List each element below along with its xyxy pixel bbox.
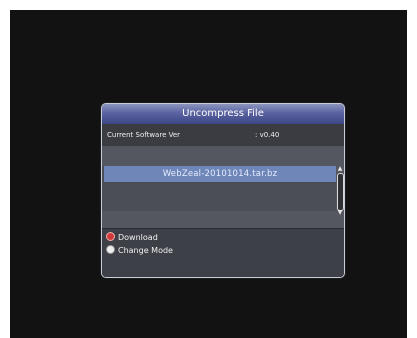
software-version-row: Current Software Ver : v0.40 xyxy=(102,124,344,146)
scrollbar-thumb[interactable] xyxy=(337,173,344,211)
file-list: WebZeal-20101014.tar.bz xyxy=(102,166,336,211)
file-list-area: WebZeal-20101014.tar.bz ▲ ▼ xyxy=(102,146,344,228)
software-version-value: : v0.40 xyxy=(255,131,280,139)
dialog-title: Uncompress File xyxy=(102,104,344,124)
key-legend: Download Change Mode xyxy=(102,229,344,277)
legend-download[interactable]: Download xyxy=(106,232,158,244)
uncompress-file-dialog: Uncompress File Current Software Ver : v… xyxy=(101,103,345,278)
software-version-label: Current Software Ver xyxy=(107,131,181,139)
legend-change-mode[interactable]: Change Mode xyxy=(106,245,173,257)
legend-change-mode-label: Change Mode xyxy=(118,246,173,255)
scroll-down-icon[interactable]: ▼ xyxy=(336,210,344,216)
scroll-up-icon[interactable]: ▲ xyxy=(336,166,344,172)
legend-download-label: Download xyxy=(118,233,158,242)
file-item-selected[interactable]: WebZeal-20101014.tar.bz xyxy=(104,166,336,182)
file-list-scrollbar[interactable]: ▲ ▼ xyxy=(336,166,344,216)
tv-screen: Uncompress File Current Software Ver : v… xyxy=(10,10,407,338)
red-button-icon xyxy=(106,232,115,241)
white-button-icon xyxy=(106,245,115,254)
